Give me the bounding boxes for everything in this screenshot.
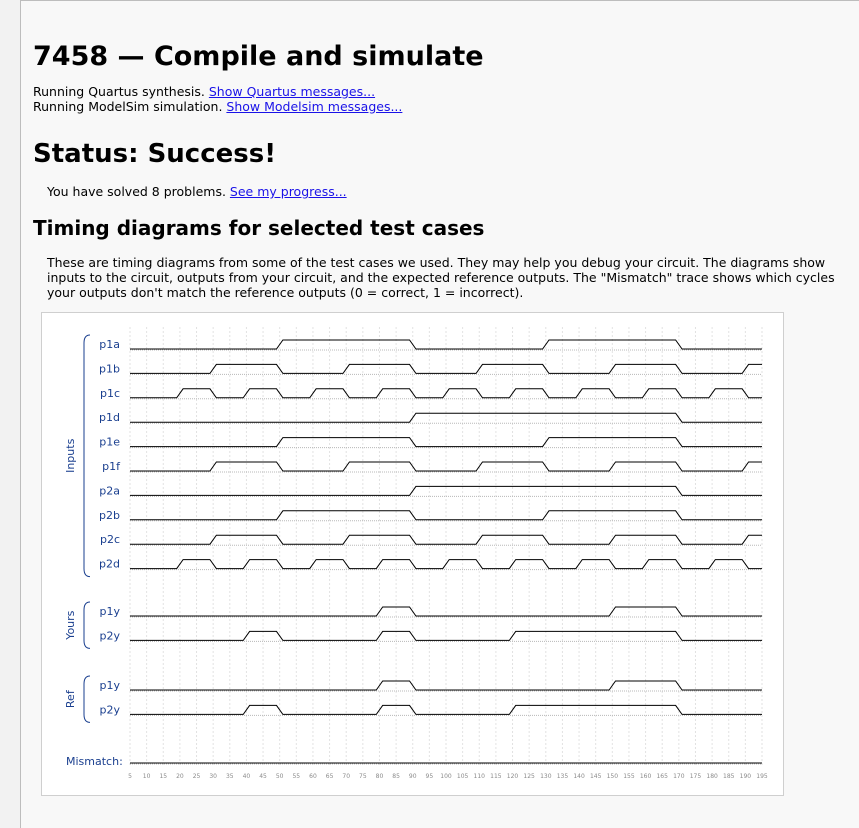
signal-label-p2y: p2y [100,629,121,642]
solved-text: You have solved 8 problems. [47,184,226,199]
time-tick-label: 80 [376,773,384,780]
modelsim-text: Running ModelSim simulation. [33,99,223,114]
time-tick-label: 55 [292,773,300,780]
waveform-ref-p2y [130,704,762,715]
main-page: 7458 — Compile and simulate Running Quar… [20,0,859,828]
time-tick-label: 75 [359,773,367,780]
signal-label-p1e: p1e [99,436,120,449]
time-tick-label: 160 [640,773,652,780]
group-bracket-ref [83,675,91,723]
group-label-ref: Ref [64,689,77,708]
modelsim-line: Running ModelSim simulation. Show Models… [33,99,402,114]
time-tick-label: 170 [673,773,685,780]
waveform-inputs-p1e [130,437,762,448]
group-label-inputs: Inputs [64,438,77,472]
time-tick-label: 165 [656,773,668,780]
signal-label-p1f: p1f [102,460,121,473]
signal-label-p2b: p2b [99,509,120,522]
timing-diagram: 5 10 15 20 25 30 35 40 45 50 55 60 65 70 75 80 85 90 95 100… [41,312,784,796]
time-tick-label: 105 [457,773,469,780]
time-tick-label: 110 [474,773,486,780]
time-tick-label: 50 [276,773,284,780]
show-modelsim-messages-link[interactable]: Show Modelsim messages... [226,99,402,114]
signal-label-p1b: p1b [99,362,120,375]
time-tick-label: 195 [756,773,768,780]
time-tick-label: 125 [523,773,535,780]
time-tick-label: 95 [426,773,434,780]
timing-title: Timing diagrams for selected test cases [33,216,485,240]
signal-label-p1y: p1y [100,679,121,692]
signal-label-p1a: p1a [99,338,120,351]
time-tick-label: 10 [143,773,151,780]
group-bracket-yours [83,601,91,649]
time-tick-label: 180 [706,773,718,780]
time-tick-label: 150 [607,773,619,780]
quartus-line: Running Quartus synthesis. Show Quartus … [33,84,375,99]
time-tick-label: 5 [128,773,132,780]
time-tick-label: 90 [409,773,417,780]
signal-label-p1y: p1y [100,605,121,618]
page-title: 7458 — Compile and simulate [33,41,484,72]
signal-label-p1c: p1c [100,387,120,400]
time-tick-label: 140 [573,773,585,780]
mismatch-label: Mismatch: [66,755,123,768]
signal-label-p2y: p2y [100,703,121,716]
time-tick-label: 45 [259,773,267,780]
time-tick-label: 15 [159,773,167,780]
time-tick-label: 35 [226,773,234,780]
time-tick-label: 70 [342,773,350,780]
time-tick-label: 100 [440,773,452,780]
signal-label-p1d: p1d [99,411,120,424]
time-tick-label: 155 [623,773,635,780]
signal-label-p2a: p2a [99,484,120,497]
group-label-yours: Yours [64,610,77,640]
time-tick-label: 190 [740,773,752,780]
signal-label-p2c: p2c [100,533,120,546]
time-tick-label: 85 [392,773,400,780]
time-tick-label: 130 [540,773,552,780]
time-tick-label: 40 [243,773,251,780]
group-bracket-inputs [83,334,91,578]
time-tick-label: 20 [176,773,184,780]
time-tick-label: 30 [209,773,217,780]
signal-label-p2d: p2d [99,558,120,571]
time-tick-label: 135 [557,773,569,780]
time-tick-label: 60 [309,773,317,780]
solved-line: You have solved 8 problems. See my progr… [47,184,347,199]
show-quartus-messages-link[interactable]: Show Quartus messages... [209,84,375,99]
time-tick-label: 145 [590,773,602,780]
quartus-text: Running Quartus synthesis. [33,84,205,99]
time-tick-label: 65 [326,773,334,780]
time-tick-label: 185 [723,773,735,780]
timing-description: These are timing diagrams from some of t… [47,255,835,300]
time-tick-label: 120 [507,773,519,780]
time-tick-label: 25 [193,773,201,780]
waveform-chart: 5 10 15 20 25 30 35 40 45 50 55 60 65 70 75 80 85 90 95 100… [64,327,768,780]
status-title: Status: Success! [33,139,277,169]
time-tick-label: 175 [690,773,702,780]
time-tick-label: 115 [490,773,502,780]
see-my-progress-link[interactable]: See my progress... [230,184,347,199]
